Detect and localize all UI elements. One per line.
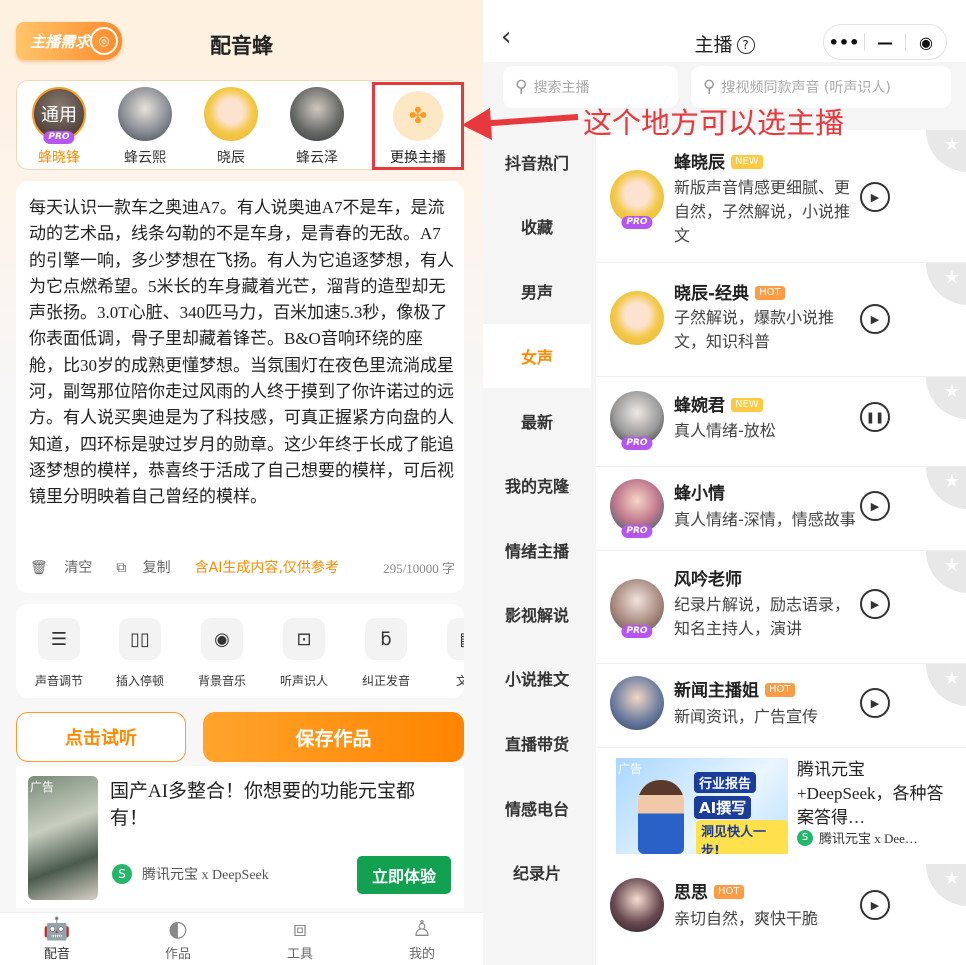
callout-text: 这个地方可以选主播	[583, 106, 845, 140]
callout-arrow	[462, 108, 579, 140]
